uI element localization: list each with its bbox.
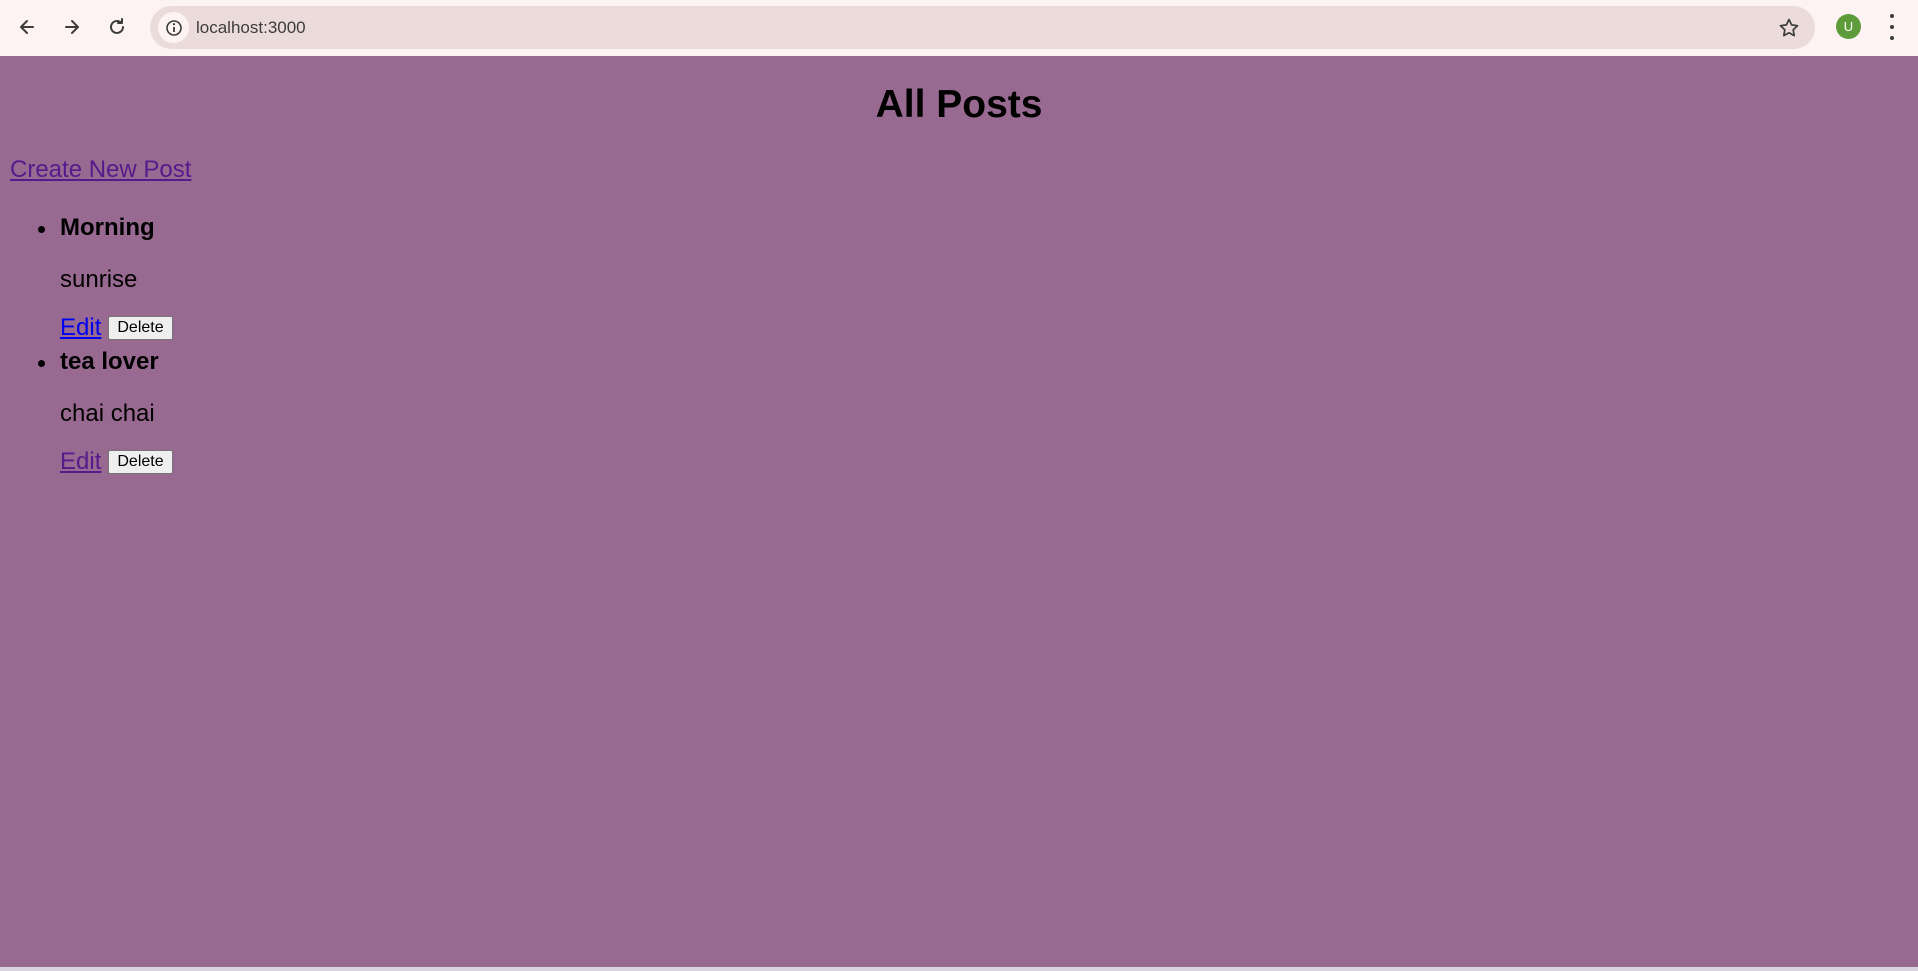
edit-link[interactable]: Edit — [60, 314, 101, 342]
star-icon[interactable] — [1777, 16, 1801, 40]
delete-button[interactable]: Delete — [108, 450, 173, 474]
site-info-button[interactable] — [158, 12, 189, 43]
profile-avatar[interactable]: U — [1836, 14, 1861, 39]
post-actions: Edit Delete — [60, 314, 173, 342]
kebab-menu-icon[interactable] — [1880, 14, 1904, 40]
info-icon — [165, 19, 182, 36]
post-content: chai chai — [60, 400, 155, 427]
post-actions: Edit Delete — [60, 448, 173, 476]
back-button[interactable] — [10, 10, 44, 44]
post-title: Morning — [60, 214, 155, 241]
bullet-icon — [38, 360, 45, 367]
address-bar[interactable]: localhost:3000 — [150, 6, 1815, 49]
create-new-post-link[interactable]: Create New Post — [10, 156, 191, 184]
post-title: tea lover — [60, 348, 159, 375]
page-body: All Posts Create New Post Morning sunris… — [0, 56, 1918, 967]
url-text[interactable]: localhost:3000 — [196, 18, 306, 38]
browser-toolbar: localhost:3000 U — [0, 0, 1918, 56]
post-content: sunrise — [60, 266, 138, 293]
forward-arrow-icon — [65, 20, 79, 34]
reload-button[interactable] — [100, 10, 134, 44]
page-title: All Posts — [875, 83, 1043, 126]
reload-icon — [110, 18, 124, 34]
back-arrow-icon — [20, 20, 34, 34]
window-bottom-edge — [0, 967, 1918, 971]
forward-button[interactable] — [55, 10, 89, 44]
delete-button[interactable]: Delete — [108, 316, 173, 340]
bullet-icon — [38, 226, 45, 233]
edit-link[interactable]: Edit — [60, 448, 101, 476]
